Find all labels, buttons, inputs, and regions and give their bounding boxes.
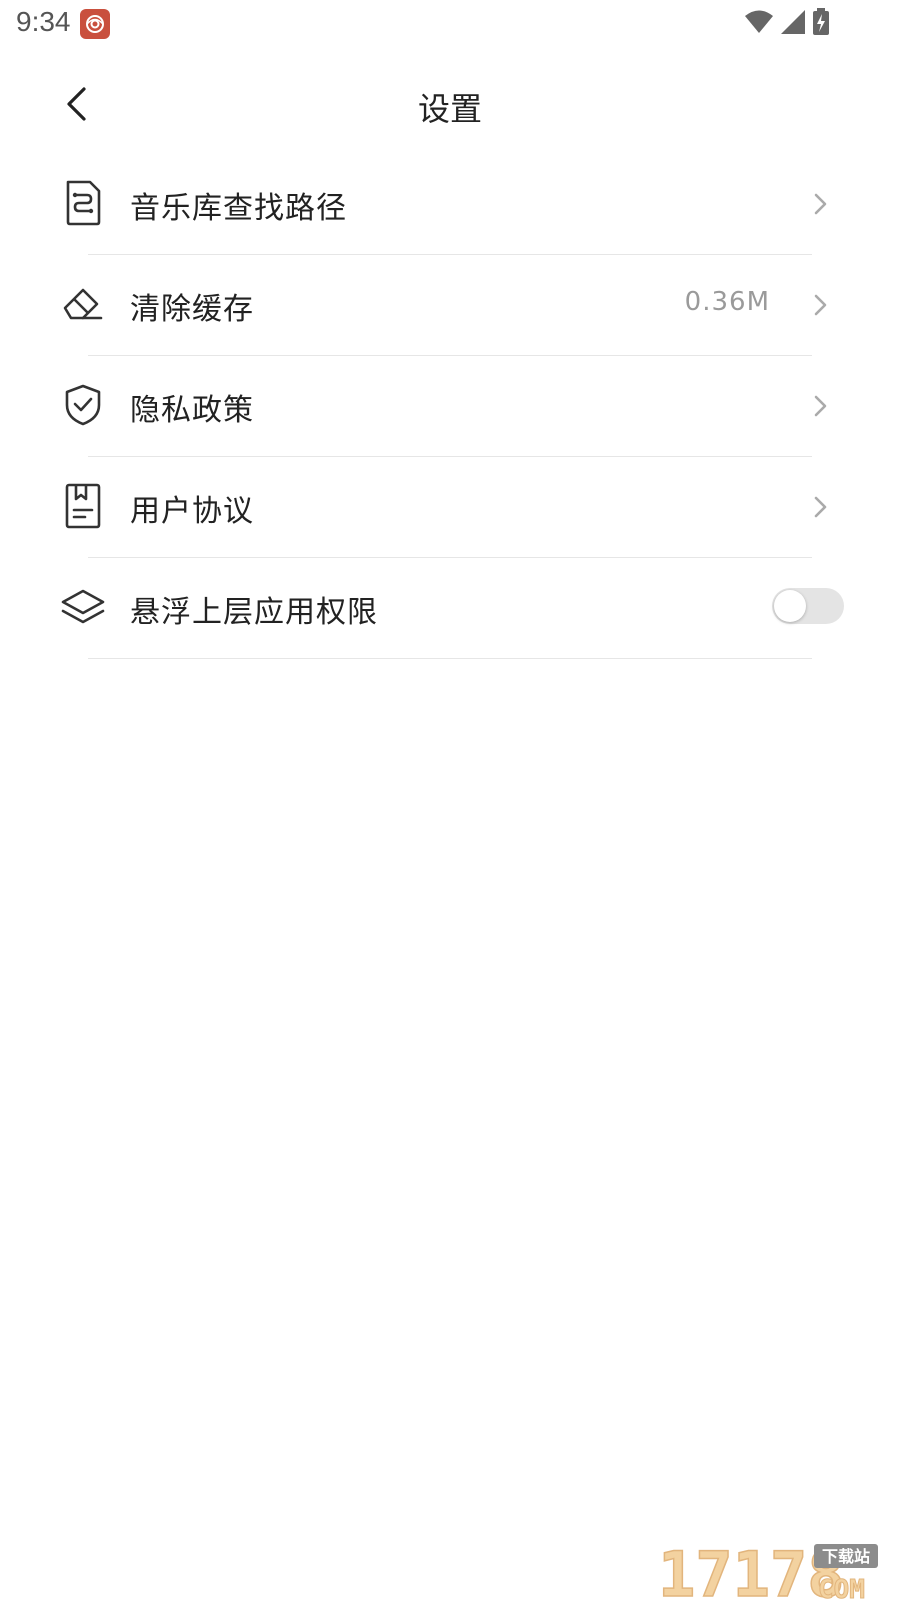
- notification-app-icon: [80, 9, 110, 39]
- settings-item-user-agreement[interactable]: 用户协议: [0, 457, 900, 558]
- header: 设置: [0, 60, 900, 150]
- document-path-icon: [60, 180, 106, 226]
- settings-item-clear-cache[interactable]: 清除缓存 0.36M: [0, 255, 900, 356]
- shield-check-icon: [60, 382, 106, 428]
- status-bar: 9:34: [0, 0, 900, 48]
- watermark-tag: 下载站: [822, 1547, 870, 1566]
- divider: [88, 658, 812, 659]
- bookmark-document-icon: [60, 483, 106, 529]
- settings-item-privacy-policy[interactable]: 隐私政策: [0, 356, 900, 457]
- settings-item-overlay-permission: 悬浮上层应用权限: [0, 558, 900, 659]
- watermark-logo: 17178 下载站 COM: [654, 1536, 884, 1604]
- cell-signal-icon: [780, 9, 806, 39]
- battery-charging-icon: [812, 8, 830, 40]
- settings-item-label: 音乐库查找路径: [130, 191, 347, 226]
- wifi-icon: [744, 9, 774, 39]
- eraser-icon: [60, 281, 106, 327]
- status-indicators: [744, 8, 830, 40]
- settings-item-label: 用户协议: [130, 494, 254, 529]
- chevron-right-icon: [814, 193, 827, 215]
- page-title: 设置: [417, 90, 482, 128]
- chevron-right-icon: [814, 395, 827, 417]
- watermark-domain: COM: [818, 1575, 865, 1600]
- chevron-right-icon: [814, 496, 827, 518]
- layers-icon: [60, 584, 106, 630]
- settings-item-label: 隐私政策: [130, 393, 254, 428]
- overlay-permission-toggle[interactable]: [772, 588, 844, 624]
- settings-list: 音乐库查找路径 清除缓存 0.36M 隐私政策 用户协议 悬浮上层应用权限: [0, 154, 900, 659]
- chevron-right-icon: [814, 294, 827, 316]
- cache-size-value: 0.36M: [684, 287, 770, 317]
- settings-item-label: 清除缓存: [130, 292, 254, 327]
- settings-item-music-library-path[interactable]: 音乐库查找路径: [0, 154, 900, 255]
- status-time: 9:34: [16, 6, 71, 37]
- settings-item-label: 悬浮上层应用权限: [130, 595, 378, 630]
- toggle-knob: [774, 590, 806, 622]
